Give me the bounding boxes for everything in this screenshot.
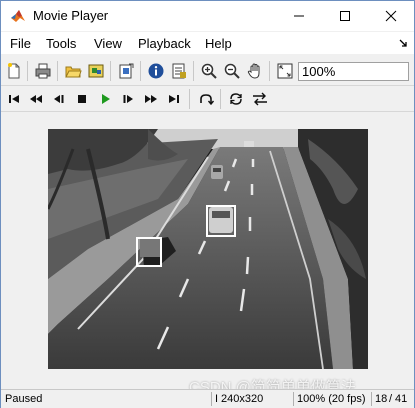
status-divider bbox=[211, 392, 212, 406]
info-icon bbox=[148, 63, 164, 79]
play-button[interactable] bbox=[95, 89, 115, 109]
connect-button[interactable] bbox=[86, 61, 106, 81]
pan-button[interactable] bbox=[245, 61, 265, 81]
toolbar-separator bbox=[140, 61, 141, 81]
zoom-in-icon bbox=[201, 63, 217, 79]
open-folder-icon bbox=[65, 66, 82, 78]
zoom-level-field[interactable]: 100% bbox=[298, 62, 409, 81]
window-title: Movie Player bbox=[33, 8, 109, 23]
export-icon bbox=[119, 63, 134, 79]
toolbar-separator bbox=[110, 61, 111, 81]
step-back-button[interactable] bbox=[49, 89, 69, 109]
properties-button[interactable] bbox=[169, 61, 189, 81]
menu-file[interactable]: File bbox=[10, 36, 31, 51]
info-button[interactable] bbox=[146, 61, 166, 81]
toolbar-separator bbox=[193, 61, 194, 81]
repeat-icon bbox=[230, 93, 242, 105]
repeat-button[interactable] bbox=[226, 89, 246, 109]
loop-icon bbox=[200, 94, 215, 106]
properties-icon bbox=[172, 63, 186, 79]
dock-arrow-icon[interactable] bbox=[398, 38, 408, 48]
status-divider bbox=[371, 392, 372, 406]
playback-toolbar bbox=[1, 87, 414, 112]
new-icon bbox=[8, 63, 20, 79]
zoom-out-button[interactable] bbox=[222, 61, 242, 81]
fit-to-window-button[interactable] bbox=[275, 61, 295, 81]
minimize-button[interactable] bbox=[276, 1, 322, 31]
pan-hand-icon bbox=[247, 63, 260, 79]
toolbar-separator bbox=[189, 89, 190, 109]
connect-icon bbox=[88, 64, 104, 78]
toolbar-separator bbox=[220, 89, 221, 109]
toolbar-separator bbox=[27, 61, 28, 81]
movie-player-window: Movie Player File Tools View Playback He… bbox=[0, 0, 415, 408]
total-frames: 41 bbox=[395, 393, 408, 405]
stop-button[interactable] bbox=[72, 89, 92, 109]
frame-separator: / bbox=[389, 393, 393, 405]
fast-forward-icon bbox=[145, 95, 157, 103]
menu-help[interactable]: Help bbox=[205, 36, 232, 51]
video-resolution: 240x320 bbox=[221, 393, 264, 405]
zoom-fps-readout: 100% (20 fps) bbox=[297, 393, 366, 405]
swap-icon bbox=[253, 92, 267, 106]
swap-button[interactable] bbox=[250, 89, 270, 109]
toolbar-separator bbox=[269, 61, 270, 81]
print-icon bbox=[35, 63, 51, 79]
go-to-last-button[interactable] bbox=[164, 89, 184, 109]
menu-playback[interactable]: Playback bbox=[138, 36, 191, 51]
rewind-icon bbox=[30, 95, 42, 103]
close-button[interactable] bbox=[368, 1, 414, 31]
go-to-last-icon bbox=[169, 95, 179, 103]
playback-state: Paused bbox=[5, 393, 43, 405]
go-to-first-button[interactable] bbox=[4, 89, 24, 109]
toolbar-separator bbox=[57, 61, 58, 81]
maximize-button[interactable] bbox=[322, 1, 368, 31]
export-button[interactable] bbox=[116, 61, 136, 81]
matlab-logo-icon bbox=[11, 10, 25, 22]
go-to-first-icon bbox=[9, 95, 19, 103]
frame-type: I bbox=[215, 393, 219, 405]
loop-button[interactable] bbox=[196, 89, 216, 109]
current-frame: 18 bbox=[375, 393, 388, 405]
maximize-icon bbox=[340, 11, 350, 21]
zoom-out-icon bbox=[224, 63, 240, 79]
menu-bar: File Tools View Playback Help bbox=[1, 32, 414, 54]
rewind-button[interactable] bbox=[26, 89, 46, 109]
new-button[interactable] bbox=[4, 61, 24, 81]
status-bar: Paused I 240x320 100% (20 fps) 18 / 41 bbox=[1, 389, 414, 408]
close-icon bbox=[385, 10, 397, 22]
status-divider bbox=[293, 392, 294, 406]
step-forward-button[interactable] bbox=[118, 89, 138, 109]
stop-icon bbox=[78, 95, 86, 103]
menu-tools[interactable]: Tools bbox=[46, 36, 76, 51]
title-bar[interactable]: Movie Player bbox=[1, 1, 414, 31]
menu-view[interactable]: View bbox=[94, 36, 122, 51]
print-button[interactable] bbox=[33, 61, 53, 81]
fit-to-window-icon bbox=[277, 63, 293, 79]
video-frame[interactable] bbox=[48, 129, 368, 369]
open-button[interactable] bbox=[63, 61, 83, 81]
step-back-icon bbox=[54, 95, 64, 103]
step-forward-icon bbox=[123, 95, 133, 103]
zoom-in-button[interactable] bbox=[199, 61, 219, 81]
fast-forward-button[interactable] bbox=[141, 89, 161, 109]
play-icon bbox=[102, 94, 110, 104]
minimize-icon bbox=[294, 15, 304, 17]
